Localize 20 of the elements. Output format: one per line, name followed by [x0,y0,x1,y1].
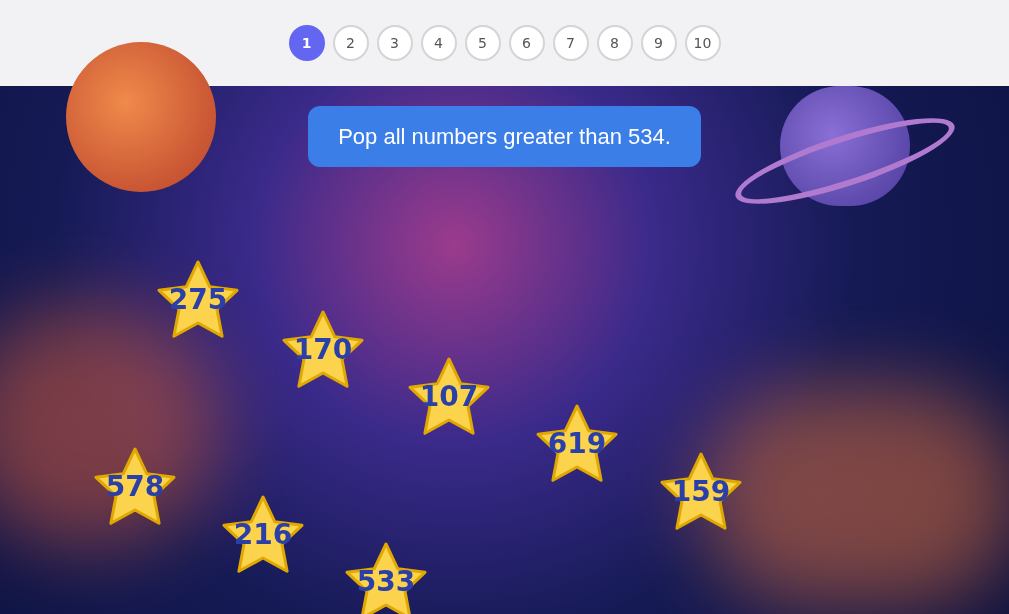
page-button[interactable]: 3 [376,25,413,61]
page-button[interactable]: 5 [464,25,501,61]
number-star[interactable]: 533 [344,540,428,614]
number-star[interactable]: 216 [221,493,305,577]
number-star[interactable]: 107 [407,355,491,439]
page-button[interactable]: 10 [684,25,721,61]
number-star[interactable]: 578 [93,445,177,529]
page-button[interactable]: 4 [420,25,457,61]
page-button[interactable]: 6 [508,25,545,61]
page-button[interactable]: 8 [596,25,633,61]
star-icon [344,540,428,614]
number-star[interactable]: 275 [156,258,240,342]
page-button[interactable]: 9 [640,25,677,61]
number-star[interactable]: 170 [281,308,365,392]
page-button[interactable]: 1 [288,25,325,61]
page-button[interactable]: 2 [332,25,369,61]
number-star[interactable]: 619 [535,402,619,486]
page-button[interactable]: 7 [552,25,589,61]
instruction-banner: Pop all numbers greater than 534. [308,106,701,167]
number-star[interactable]: 159 [659,450,743,534]
